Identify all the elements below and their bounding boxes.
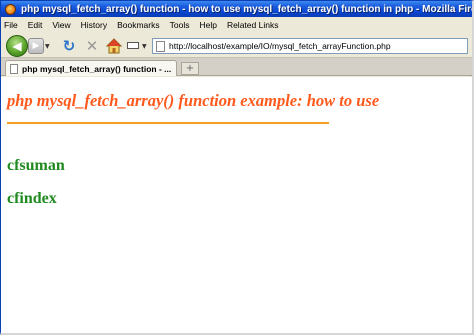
home-button[interactable] [105,38,123,54]
tab-page-icon [10,63,18,74]
back-arrow-icon: ◀ [12,39,22,53]
tab-label: php mysql_fetch_array() function - ... [22,63,172,74]
forward-arrow-icon: ▶ [32,41,40,51]
forward-button[interactable]: ▶ [28,38,44,54]
menu-file[interactable]: File [4,20,18,30]
menu-edit[interactable]: Edit [28,20,43,30]
bookmark-dropdown-button[interactable]: ▼ [142,43,147,50]
menu-tools[interactable]: Tools [170,20,190,30]
url-bar[interactable]: http://localhost/example/IO/mysql_fetch_… [152,38,468,54]
menu-help[interactable]: Help [199,20,216,30]
page-icon [156,40,165,52]
result-item-1: cfsuman [7,157,65,174]
firefox-icon [5,3,16,15]
page-content: php mysql_fetch_array() function example… [1,77,472,333]
url-text: http://localhost/example/IO/mysql_fetch_… [169,41,391,51]
title-bar: php mysql_fetch_array() function - how t… [1,1,472,17]
menu-view[interactable]: View [52,20,70,30]
menu-bar: File Edit View History Bookmarks Tools H… [1,17,472,33]
history-dropdown-button[interactable]: ▼ [45,43,50,50]
tab-active[interactable]: php mysql_fetch_array() function - ... [5,60,177,76]
menu-bookmarks[interactable]: Bookmarks [117,20,160,30]
bookmark-toolbar-button[interactable] [127,42,139,49]
page-heading: php mysql_fetch_array() function example… [7,91,380,110]
reload-button[interactable]: ↻ [60,37,78,55]
home-icon [105,38,123,54]
menu-related-links[interactable]: Related Links [227,20,279,30]
horizontal-rule [7,122,329,124]
result-item-2: cfindex [7,190,57,207]
stop-icon: ✕ [85,37,99,55]
back-button[interactable]: ◀ [6,35,28,57]
plus-icon: + [185,63,195,74]
navigation-toolbar: ◀ ▶ ▼ ↻ ✕ ▼ http://localhost/example/IO/… [1,33,472,58]
window-title: php mysql_fetch_array() function - how t… [21,3,472,15]
menu-history[interactable]: History [81,20,107,30]
new-tab-button[interactable]: + [181,62,199,75]
tab-strip: php mysql_fetch_array() function - ... + [1,58,472,76]
browser-window: php mysql_fetch_array() function - how t… [0,0,474,335]
stop-button[interactable]: ✕ [83,37,101,55]
reload-icon: ↻ [62,37,76,55]
